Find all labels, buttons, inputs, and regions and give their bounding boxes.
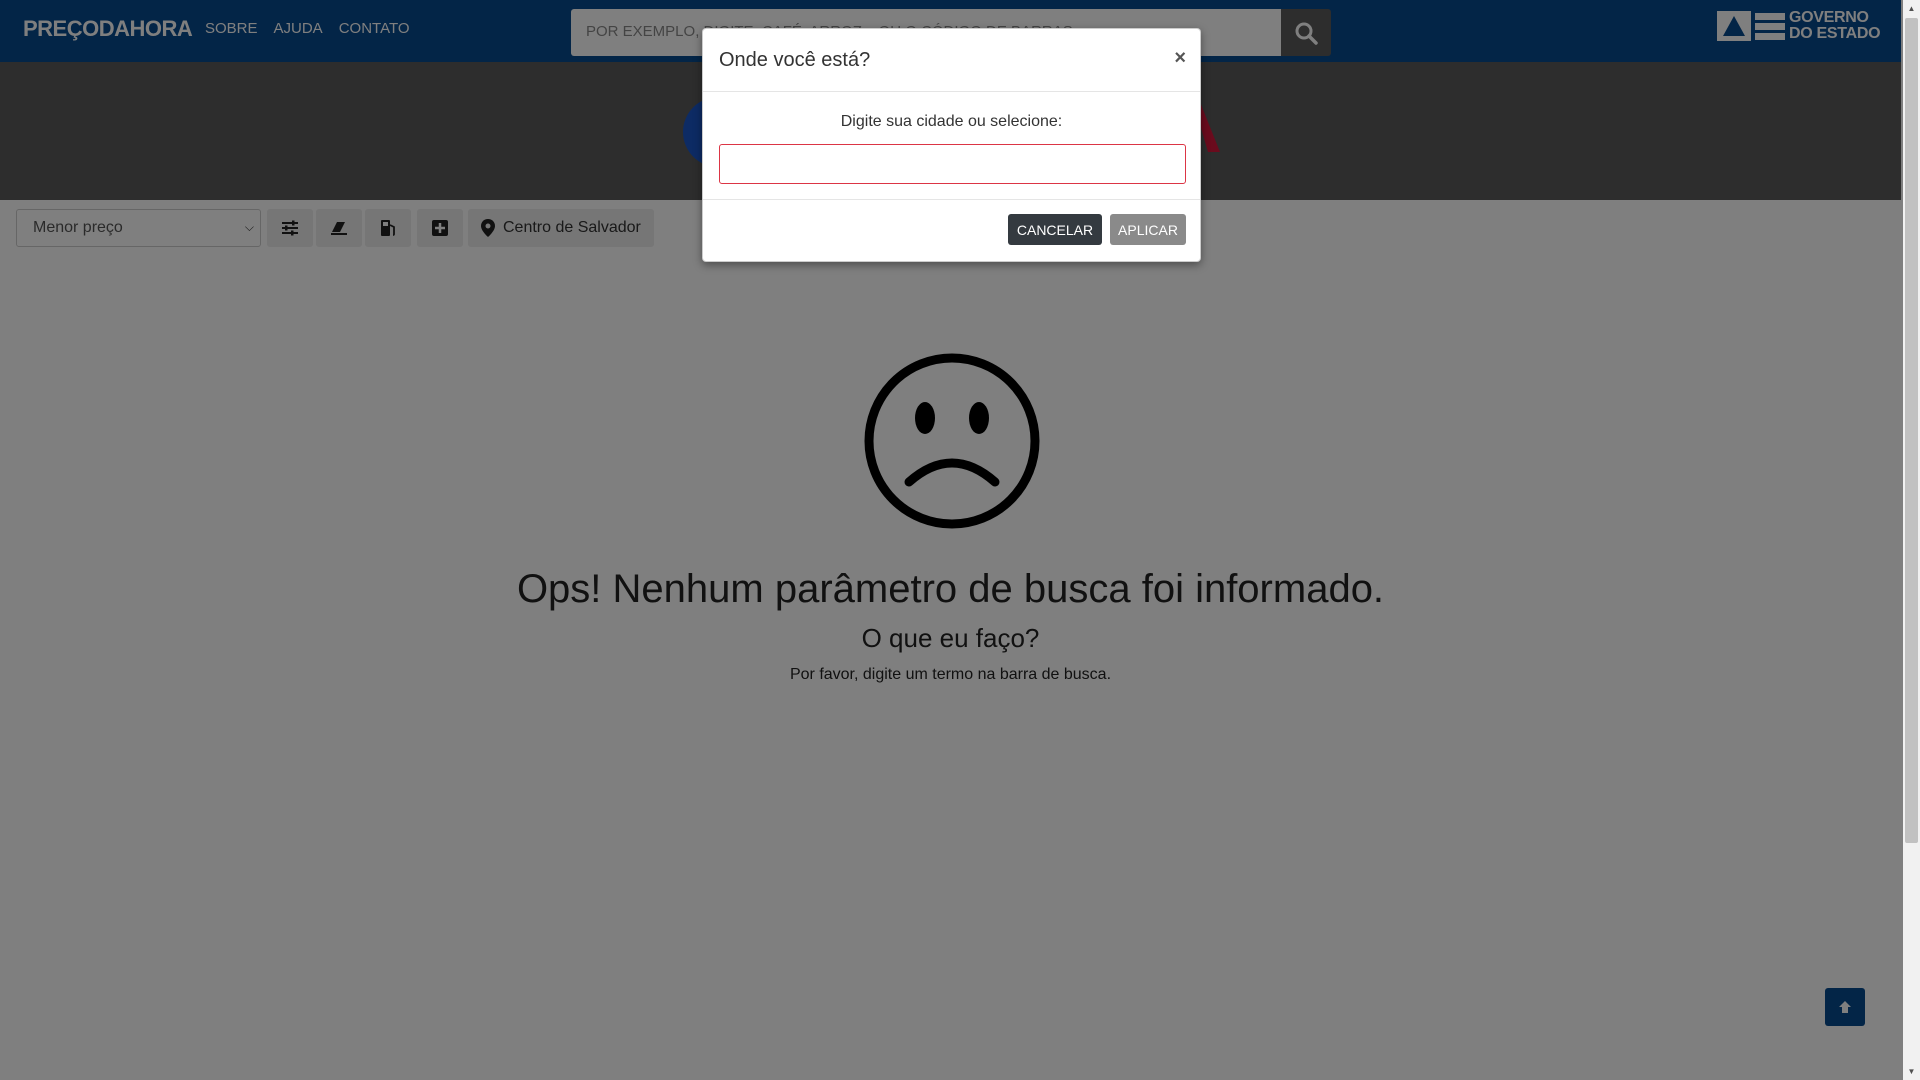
cancel-button[interactable]: CANCELAR: [1008, 214, 1102, 245]
city-label: Digite sua cidade ou selecione:: [840, 113, 1063, 130]
modal-title: Onde você está?: [719, 49, 871, 71]
apply-button[interactable]: APLICAR: [1110, 214, 1186, 245]
page-scrollbar[interactable]: ▲ ▼: [1903, 0, 1920, 1080]
modal-header: Onde você está? ×: [703, 29, 1200, 92]
city-input[interactable]: [719, 144, 1186, 184]
close-icon[interactable]: ×: [1174, 47, 1186, 70]
scroll-down-arrow-icon[interactable]: ▼: [1903, 1063, 1920, 1080]
scroll-up-arrow-icon[interactable]: ▲: [1903, 0, 1920, 17]
modal-footer: CANCELAR APLICAR: [703, 200, 1200, 262]
scrollbar-thumb[interactable]: [1905, 18, 1918, 843]
modal-body: Digite sua cidade ou selecione:: [703, 92, 1200, 200]
location-modal: Onde você está? × Digite sua cidade ou s…: [702, 28, 1201, 262]
